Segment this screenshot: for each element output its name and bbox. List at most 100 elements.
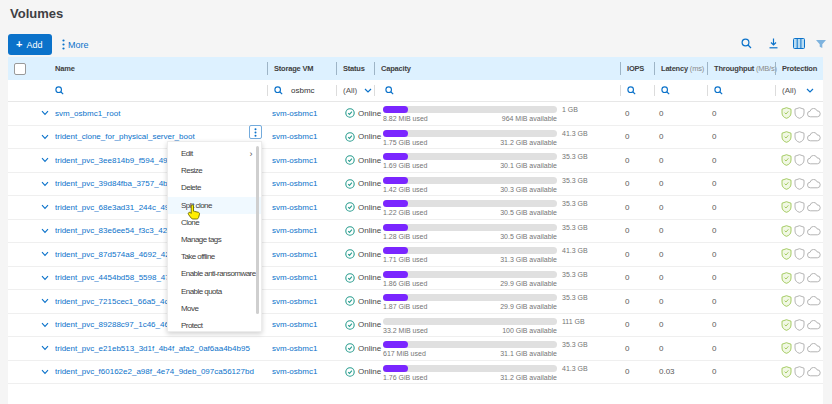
expand-chevron-icon[interactable] (41, 134, 49, 140)
menu-item-resize[interactable]: Resize (168, 162, 261, 179)
online-status-icon (345, 320, 355, 330)
volume-name-link[interactable]: trident_pvc_f60162e2_a98f_4e74_9deb_097c… (55, 367, 254, 376)
more-button[interactable]: More (62, 34, 89, 55)
volume-row: trident_pvc_68e3ad31_244c_4909_b0f1_3e8a… (8, 196, 823, 220)
expand-chevron-icon[interactable] (41, 345, 49, 351)
latency-filter-icon[interactable] (661, 86, 670, 95)
online-status-icon (345, 179, 355, 189)
expand-chevron-icon[interactable] (41, 204, 49, 210)
iops-value: 0 (620, 220, 654, 243)
expand-chevron-icon[interactable] (41, 275, 49, 281)
protection-filter-dropdown[interactable]: (All) (782, 86, 823, 95)
volume-name-link[interactable]: trident_pvc_e21eb513_3d1f_4b4f_afa2_0af6… (55, 344, 250, 353)
storage-vm-link[interactable]: svm-osbmc1 (272, 273, 317, 282)
col-storage-vm[interactable]: Storage VM (267, 57, 336, 80)
columns-icon[interactable] (793, 38, 805, 49)
storage-vm-link[interactable]: svm-osbmc1 (272, 109, 317, 118)
shield-icon (794, 272, 805, 284)
storage-vm-link[interactable]: svm-osbmc1 (272, 156, 317, 165)
menu-item-take-offline[interactable]: Take offline (168, 248, 261, 265)
storage-vm-link[interactable]: svm-osbmc1 (272, 179, 317, 188)
capacity-total: 35.3 GB (562, 200, 588, 207)
storage-vm-filter-icon[interactable] (274, 86, 283, 95)
filter-icon[interactable] (815, 39, 827, 49)
capacity-total: 41.3 GB (562, 130, 588, 137)
shield-icon (794, 295, 805, 307)
menu-item-enable-quota[interactable]: Enable quota (168, 283, 261, 300)
capacity-bar (383, 318, 557, 325)
capacity-available: 31.2 GiB available (383, 374, 557, 381)
expand-chevron-icon[interactable] (41, 369, 49, 375)
capacity-available: 29.9 GiB available (383, 280, 557, 287)
cloud-icon (807, 226, 821, 236)
capacity-available: 30.1 GiB available (383, 162, 557, 169)
name-filter-icon[interactable] (55, 86, 64, 95)
search-icon[interactable] (741, 38, 752, 49)
iops-value: 0 (620, 243, 654, 266)
menu-item-clone[interactable]: Clone (168, 214, 261, 231)
col-throughput[interactable]: Throughput (MB/s) (707, 57, 775, 80)
expand-chevron-icon[interactable] (41, 157, 49, 163)
add-button[interactable]: + Add (8, 34, 52, 55)
plus-icon: + (16, 39, 22, 50)
iops-filter-icon[interactable] (627, 86, 636, 95)
protection-healthy-icon (781, 107, 792, 119)
protection-healthy-icon (781, 366, 792, 378)
col-status[interactable]: Status (336, 57, 374, 80)
status-filter-dropdown[interactable]: (All) (343, 86, 374, 95)
col-protection[interactable]: Protection (775, 57, 823, 80)
protection-healthy-icon (781, 178, 792, 190)
storage-vm-filter-value[interactable]: osbmc (291, 86, 315, 95)
storage-vm-link[interactable]: svm-osbmc1 (272, 226, 317, 235)
col-name[interactable]: Name (55, 57, 267, 80)
expand-chevron-icon[interactable] (41, 298, 49, 304)
capacity-cell: 1.28 GiB used30.5 GiB available35.3 GB (374, 220, 620, 243)
expand-chevron-icon[interactable] (41, 228, 49, 234)
storage-vm-link[interactable]: svm-osbmc1 (272, 344, 317, 353)
storage-vm-link[interactable]: svm-osbmc1 (272, 297, 317, 306)
volume-name-link[interactable]: svm_osbmc1_root (55, 109, 120, 118)
menu-item-delete[interactable]: Delete (168, 179, 261, 196)
throughput-filter-icon[interactable] (714, 86, 723, 95)
shield-icon (794, 319, 805, 331)
protection-cell (775, 149, 823, 172)
menu-scrollbar[interactable] (256, 146, 259, 314)
expand-chevron-icon[interactable] (41, 110, 49, 116)
capacity-filter-icon[interactable] (385, 86, 394, 95)
capacity-available: 31.2 GiB available (383, 139, 557, 146)
capacity-cell: 1.42 GiB used30.3 GiB available35.3 GB (374, 173, 620, 196)
volume-row: trident_pvc_39d84fba_3757_4b18_8210_5a04… (8, 173, 823, 197)
storage-vm-link[interactable]: svm-osbmc1 (272, 250, 317, 259)
menu-item-split-clone[interactable]: Split clone (168, 197, 261, 214)
storage-vm-link[interactable]: svm-osbmc1 (272, 320, 317, 329)
latency-value: 0 (654, 243, 707, 266)
storage-vm-link[interactable]: svm-osbmc1 (272, 367, 317, 376)
throughput-value: 0 (707, 243, 775, 266)
kebab-icon (62, 39, 65, 50)
capacity-total: 35.3 GB (562, 177, 588, 184)
expand-chevron-icon[interactable] (41, 322, 49, 328)
expand-chevron-icon[interactable] (41, 181, 49, 187)
protection-healthy-icon (781, 248, 792, 260)
menu-item-protect[interactable]: Protect (168, 317, 261, 334)
select-all-checkbox[interactable] (14, 63, 26, 75)
row-actions-kebab-button[interactable] (249, 125, 262, 139)
storage-vm-link[interactable]: svm-osbmc1 (272, 132, 317, 141)
protection-cell (775, 173, 823, 196)
expand-chevron-icon[interactable] (41, 251, 49, 257)
shield-icon (794, 201, 805, 213)
status-cell: Online (336, 337, 374, 360)
col-capacity[interactable]: Capacity (374, 57, 620, 80)
status-cell: Online (336, 173, 374, 196)
col-latency[interactable]: Latency (ms) (654, 57, 707, 80)
menu-item-enable-anti-ransomware[interactable]: Enable anti-ransomware (168, 265, 261, 282)
volume-name-link[interactable]: trident_clone_for_physical_server_boot (55, 132, 195, 141)
storage-vm-link[interactable]: svm-osbmc1 (272, 203, 317, 212)
menu-item-move[interactable]: Move (168, 300, 261, 317)
iops-value: 0 (620, 149, 654, 172)
col-iops[interactable]: IOPS (620, 57, 654, 80)
download-icon[interactable] (768, 38, 779, 49)
cloud-icon (807, 132, 821, 142)
menu-item-edit[interactable]: Edit› (168, 145, 261, 162)
menu-item-manage-tags[interactable]: Manage tags (168, 231, 261, 248)
